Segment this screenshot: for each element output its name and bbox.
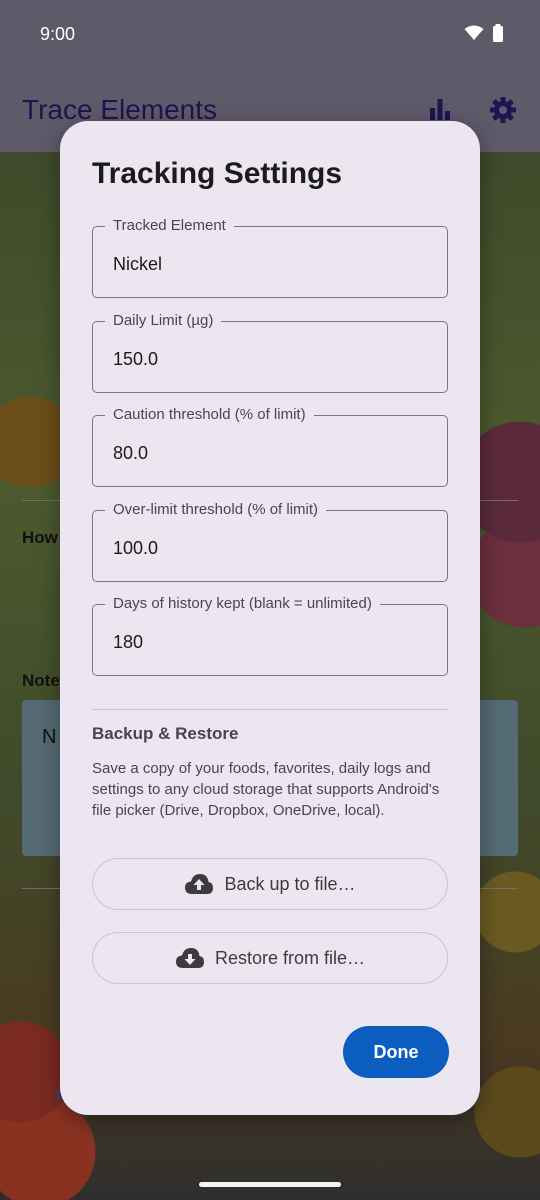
cloud-upload-icon bbox=[185, 874, 214, 894]
field-label: Days of history kept (blank = unlimited) bbox=[105, 595, 380, 613]
status-bar: 9:00 bbox=[0, 0, 540, 68]
field-label: Caution threshold (% of limit) bbox=[105, 406, 314, 424]
tracking-settings-dialog: Tracking Settings Tracked Element Daily … bbox=[60, 121, 480, 1115]
gear-icon[interactable] bbox=[489, 96, 517, 124]
cloud-download-icon bbox=[175, 948, 204, 968]
over-limit-threshold-field[interactable]: Over-limit threshold (% of limit) bbox=[92, 501, 448, 582]
section-divider bbox=[92, 709, 448, 710]
gesture-nav-handle[interactable] bbox=[199, 1182, 341, 1187]
daily-limit-input[interactable] bbox=[113, 346, 433, 372]
restore-from-file-button[interactable]: Restore from file… bbox=[92, 932, 448, 984]
daily-limit-field[interactable]: Daily Limit (µg) bbox=[92, 312, 448, 393]
background-label-notes: Note bbox=[22, 671, 60, 690]
field-label: Over-limit threshold (% of limit) bbox=[105, 501, 327, 519]
caution-threshold-input[interactable] bbox=[113, 440, 433, 466]
backup-restore-description: Save a copy of your foods, favorites, da… bbox=[92, 760, 440, 819]
wifi-icon bbox=[464, 25, 484, 40]
dialog-title: Tracking Settings bbox=[92, 157, 343, 190]
field-label: Tracked Element bbox=[105, 217, 234, 235]
history-days-field[interactable]: Days of history kept (blank = unlimited) bbox=[92, 595, 448, 676]
bar-chart-icon[interactable] bbox=[427, 96, 453, 122]
done-button[interactable]: Done bbox=[343, 1026, 449, 1078]
status-time: 9:00 bbox=[40, 24, 76, 44]
over-limit-threshold-input[interactable] bbox=[113, 535, 433, 561]
field-label: Daily Limit (µg) bbox=[105, 312, 222, 330]
backup-to-file-button[interactable]: Back up to file… bbox=[92, 858, 448, 910]
background-notes-text: N bbox=[42, 726, 57, 748]
tracked-element-input[interactable] bbox=[113, 251, 433, 277]
backup-restore-title: Backup & Restore bbox=[92, 724, 239, 743]
history-days-input[interactable] bbox=[113, 629, 433, 655]
restore-from-file-label: Restore from file… bbox=[214, 947, 366, 968]
backup-to-file-label: Back up to file… bbox=[224, 873, 356, 894]
background-label-how: How bbox=[22, 528, 58, 547]
status-icons bbox=[464, 24, 504, 42]
caution-threshold-field[interactable]: Caution threshold (% of limit) bbox=[92, 406, 448, 487]
battery-icon bbox=[493, 24, 503, 42]
tracked-element-field[interactable]: Tracked Element bbox=[92, 217, 448, 298]
